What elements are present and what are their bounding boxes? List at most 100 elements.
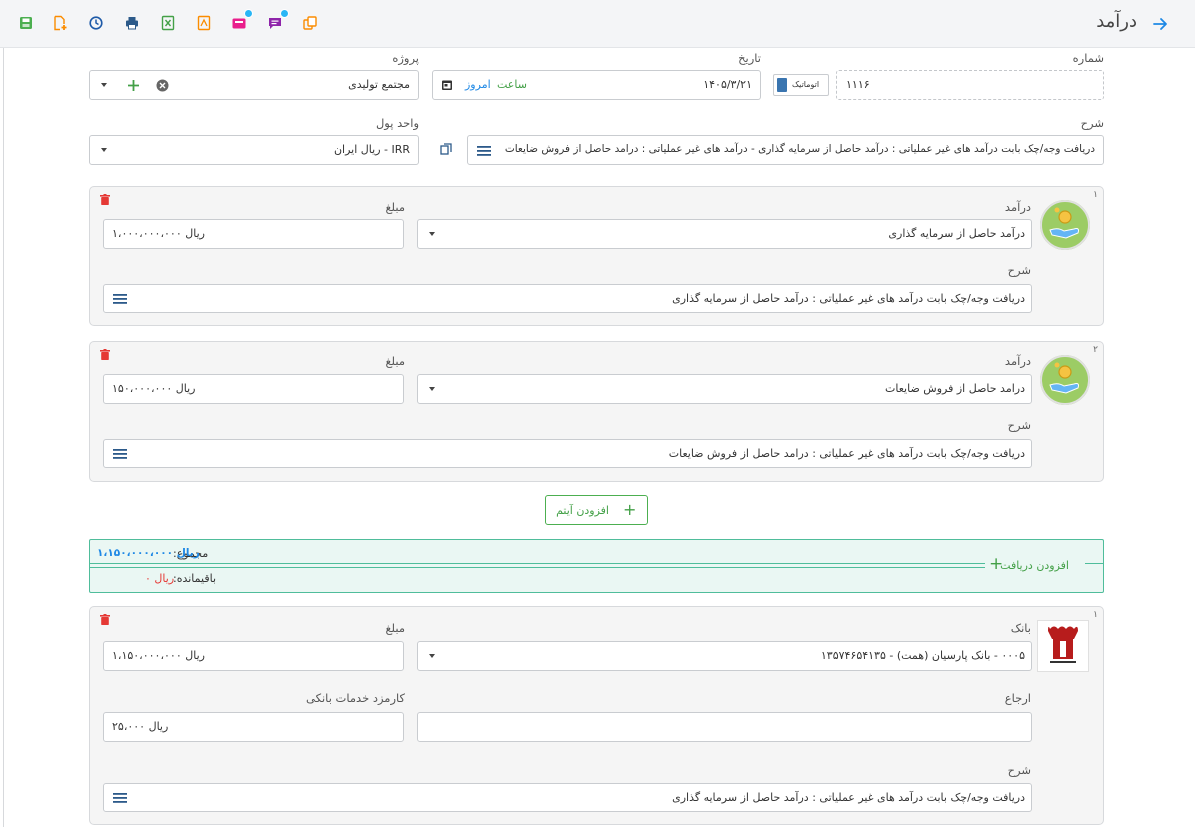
- notification-badge: [280, 9, 289, 18]
- pdf-export-icon[interactable]: [196, 15, 212, 31]
- auto-label: اتوماتیک: [792, 80, 820, 89]
- history-icon[interactable]: [88, 15, 104, 31]
- bank-logo-icon: [1037, 620, 1089, 672]
- bank-account-select[interactable]: ۰۰۰۵ - بانک پارسیان (همت) - ۱۳۵۷۴۶۵۴۱۳۵: [417, 641, 1032, 671]
- receipt-description-label: شرح: [1007, 763, 1031, 777]
- bank-label: بانک: [1010, 621, 1031, 635]
- list-icon[interactable]: [113, 792, 127, 804]
- number-field[interactable]: ۱۱۱۶: [836, 70, 1104, 100]
- amount-label: مبلغ: [385, 354, 405, 368]
- income-avatar-icon: [1040, 200, 1090, 250]
- time-link[interactable]: ساعت: [497, 78, 527, 91]
- income-label: درآمد: [1004, 354, 1031, 368]
- clear-icon[interactable]: [156, 79, 169, 92]
- description-value: دریافت وجه/چک بابت درآمد های غیر عملیاتی…: [504, 143, 1095, 155]
- add-item-label: افزودن آیتم: [556, 504, 609, 517]
- project-select[interactable]: مجتمع تولیدی: [89, 70, 419, 100]
- currency-select[interactable]: IRR - ریال ایران: [89, 135, 419, 165]
- bank-fee-value: ریال ۲۵،۰۰۰: [112, 720, 169, 733]
- add-receipt-button[interactable]: + افزودن دریافت: [985, 554, 1085, 577]
- top-toolbar: درآمد: [0, 0, 1195, 48]
- amount-field[interactable]: ریال ۱،۱۵۰،۰۰۰،۰۰۰: [103, 641, 404, 671]
- receipt-number: ۱: [1093, 610, 1098, 620]
- income-account-value: درامد حاصل از فروش ضایعات: [885, 382, 1025, 395]
- chevron-down-icon[interactable]: [429, 387, 435, 391]
- date-label: تاریخ: [738, 51, 761, 65]
- income-item-card: ۱ درآمد مبلغ درآمد حاصل از سرمایه گذاری …: [89, 186, 1104, 326]
- plus-icon: +: [623, 500, 637, 519]
- comments-icon[interactable]: [267, 9, 289, 31]
- chevron-down-icon[interactable]: [101, 148, 107, 152]
- total-value: ریال ۱،۱۵۰،۰۰۰،۰۰۰: [97, 547, 200, 559]
- save-icon[interactable]: [18, 15, 34, 31]
- item-description-label: شرح: [1007, 263, 1031, 277]
- trash-icon[interactable]: [100, 614, 110, 625]
- item-description-value: دریافت وجه/چک بابت درآمد های غیر عملیاتی…: [672, 292, 1025, 305]
- copy-icon[interactable]: [302, 15, 318, 31]
- project-label: پروژه: [392, 51, 419, 65]
- item-description-field[interactable]: دریافت وجه/چک بابت درآمد های غیر عملیاتی…: [103, 284, 1032, 313]
- inbox-icon[interactable]: [231, 9, 253, 31]
- add-project-icon[interactable]: [127, 79, 140, 92]
- income-account-select[interactable]: درآمد حاصل از سرمایه گذاری: [417, 219, 1032, 249]
- currency-label: واحد پول: [375, 116, 419, 130]
- calendar-icon[interactable]: [441, 79, 453, 91]
- trash-icon[interactable]: [100, 194, 110, 205]
- amount-value: ریال ۱،۱۵۰،۰۰۰،۰۰۰: [112, 649, 205, 662]
- trash-icon[interactable]: [100, 349, 110, 360]
- currency-value: IRR - ریال ایران: [333, 143, 410, 156]
- reference-label: ارجاع: [1004, 691, 1031, 705]
- description-field[interactable]: دریافت وجه/چک بابت درآمد های غیر عملیاتی…: [467, 135, 1104, 165]
- income-item-card: ۲ درآمد مبلغ درامد حاصل از فروش ضایعات ر…: [89, 341, 1104, 482]
- amount-field[interactable]: ریال ۱۵۰،۰۰۰،۰۰۰: [103, 374, 404, 404]
- remaining-value: ریال ۰: [145, 572, 175, 585]
- chevron-down-icon[interactable]: [101, 83, 107, 87]
- date-value: ۱۴۰۵/۳/۲۱: [703, 78, 752, 91]
- receipt-description-field[interactable]: دریافت وجه/چک بابت درآمد های غیر عملیاتی…: [103, 783, 1032, 812]
- item-description-value: دریافت وجه/چک بابت درآمد های غیر عملیاتی…: [668, 447, 1025, 460]
- summary-panel: + افزودن دریافت مجموع: ریال ۱،۱۵۰،۰۰۰،۰۰…: [89, 539, 1104, 593]
- print-icon[interactable]: [124, 15, 140, 31]
- number-value: ۱۱۱۶: [846, 78, 870, 91]
- chevron-down-icon[interactable]: [429, 232, 435, 236]
- excel-export-icon[interactable]: [160, 15, 176, 31]
- item-description-field[interactable]: دریافت وجه/چک بابت درآمد های غیر عملیاتی…: [103, 439, 1032, 468]
- list-icon[interactable]: [477, 145, 491, 157]
- amount-field[interactable]: ریال ۱،۰۰۰،۰۰۰،۰۰۰: [103, 219, 404, 249]
- bank-account-value: ۰۰۰۵ - بانک پارسیان (همت) - ۱۳۵۷۴۶۵۴۱۳۵: [820, 649, 1025, 662]
- income-account-value: درآمد حاصل از سرمایه گذاری: [888, 227, 1025, 240]
- bank-fee-field[interactable]: ریال ۲۵،۰۰۰: [103, 712, 404, 742]
- income-avatar-icon: [1040, 355, 1090, 405]
- amount-label: مبلغ: [385, 621, 405, 635]
- description-label: شرح: [1080, 116, 1104, 130]
- add-item-button[interactable]: + افزودن آیتم: [545, 495, 648, 525]
- item-number: ۱: [1093, 190, 1098, 200]
- divider: [90, 563, 1103, 564]
- notification-badge: [244, 9, 253, 18]
- list-icon[interactable]: [113, 448, 127, 460]
- toggle-indicator: [777, 78, 787, 92]
- back-arrow-icon[interactable]: [1151, 15, 1169, 33]
- bank-fee-label: کارمزد خدمات بانکی: [306, 691, 405, 705]
- remaining-label: باقیمانده:: [173, 572, 217, 585]
- project-value: مجتمع تولیدی: [348, 78, 410, 91]
- add-receipt-label: افزودن دریافت: [1000, 559, 1069, 572]
- number-label: شماره: [1072, 51, 1104, 65]
- chevron-down-icon[interactable]: [429, 654, 435, 658]
- income-label: درآمد: [1004, 200, 1031, 214]
- new-document-icon[interactable]: [52, 15, 68, 31]
- copy-description-icon[interactable]: [440, 143, 452, 155]
- amount-value: ریال ۱،۰۰۰،۰۰۰،۰۰۰: [112, 227, 205, 240]
- page-title: درآمد: [1096, 11, 1137, 32]
- income-account-select[interactable]: درامد حاصل از فروش ضایعات: [417, 374, 1032, 404]
- item-number: ۲: [1093, 345, 1098, 355]
- item-description-label: شرح: [1007, 418, 1031, 432]
- page-left-border: [3, 48, 4, 827]
- list-icon[interactable]: [113, 293, 127, 305]
- auto-number-button[interactable]: اتوماتیک: [773, 74, 829, 96]
- reference-field[interactable]: [417, 712, 1032, 742]
- date-field[interactable]: ۱۴۰۵/۳/۲۱ ساعت امروز: [432, 70, 761, 100]
- receipt-description-value: دریافت وجه/چک بابت درآمد های غیر عملیاتی…: [672, 791, 1025, 804]
- today-link[interactable]: امروز: [465, 78, 491, 91]
- divider: [90, 567, 985, 568]
